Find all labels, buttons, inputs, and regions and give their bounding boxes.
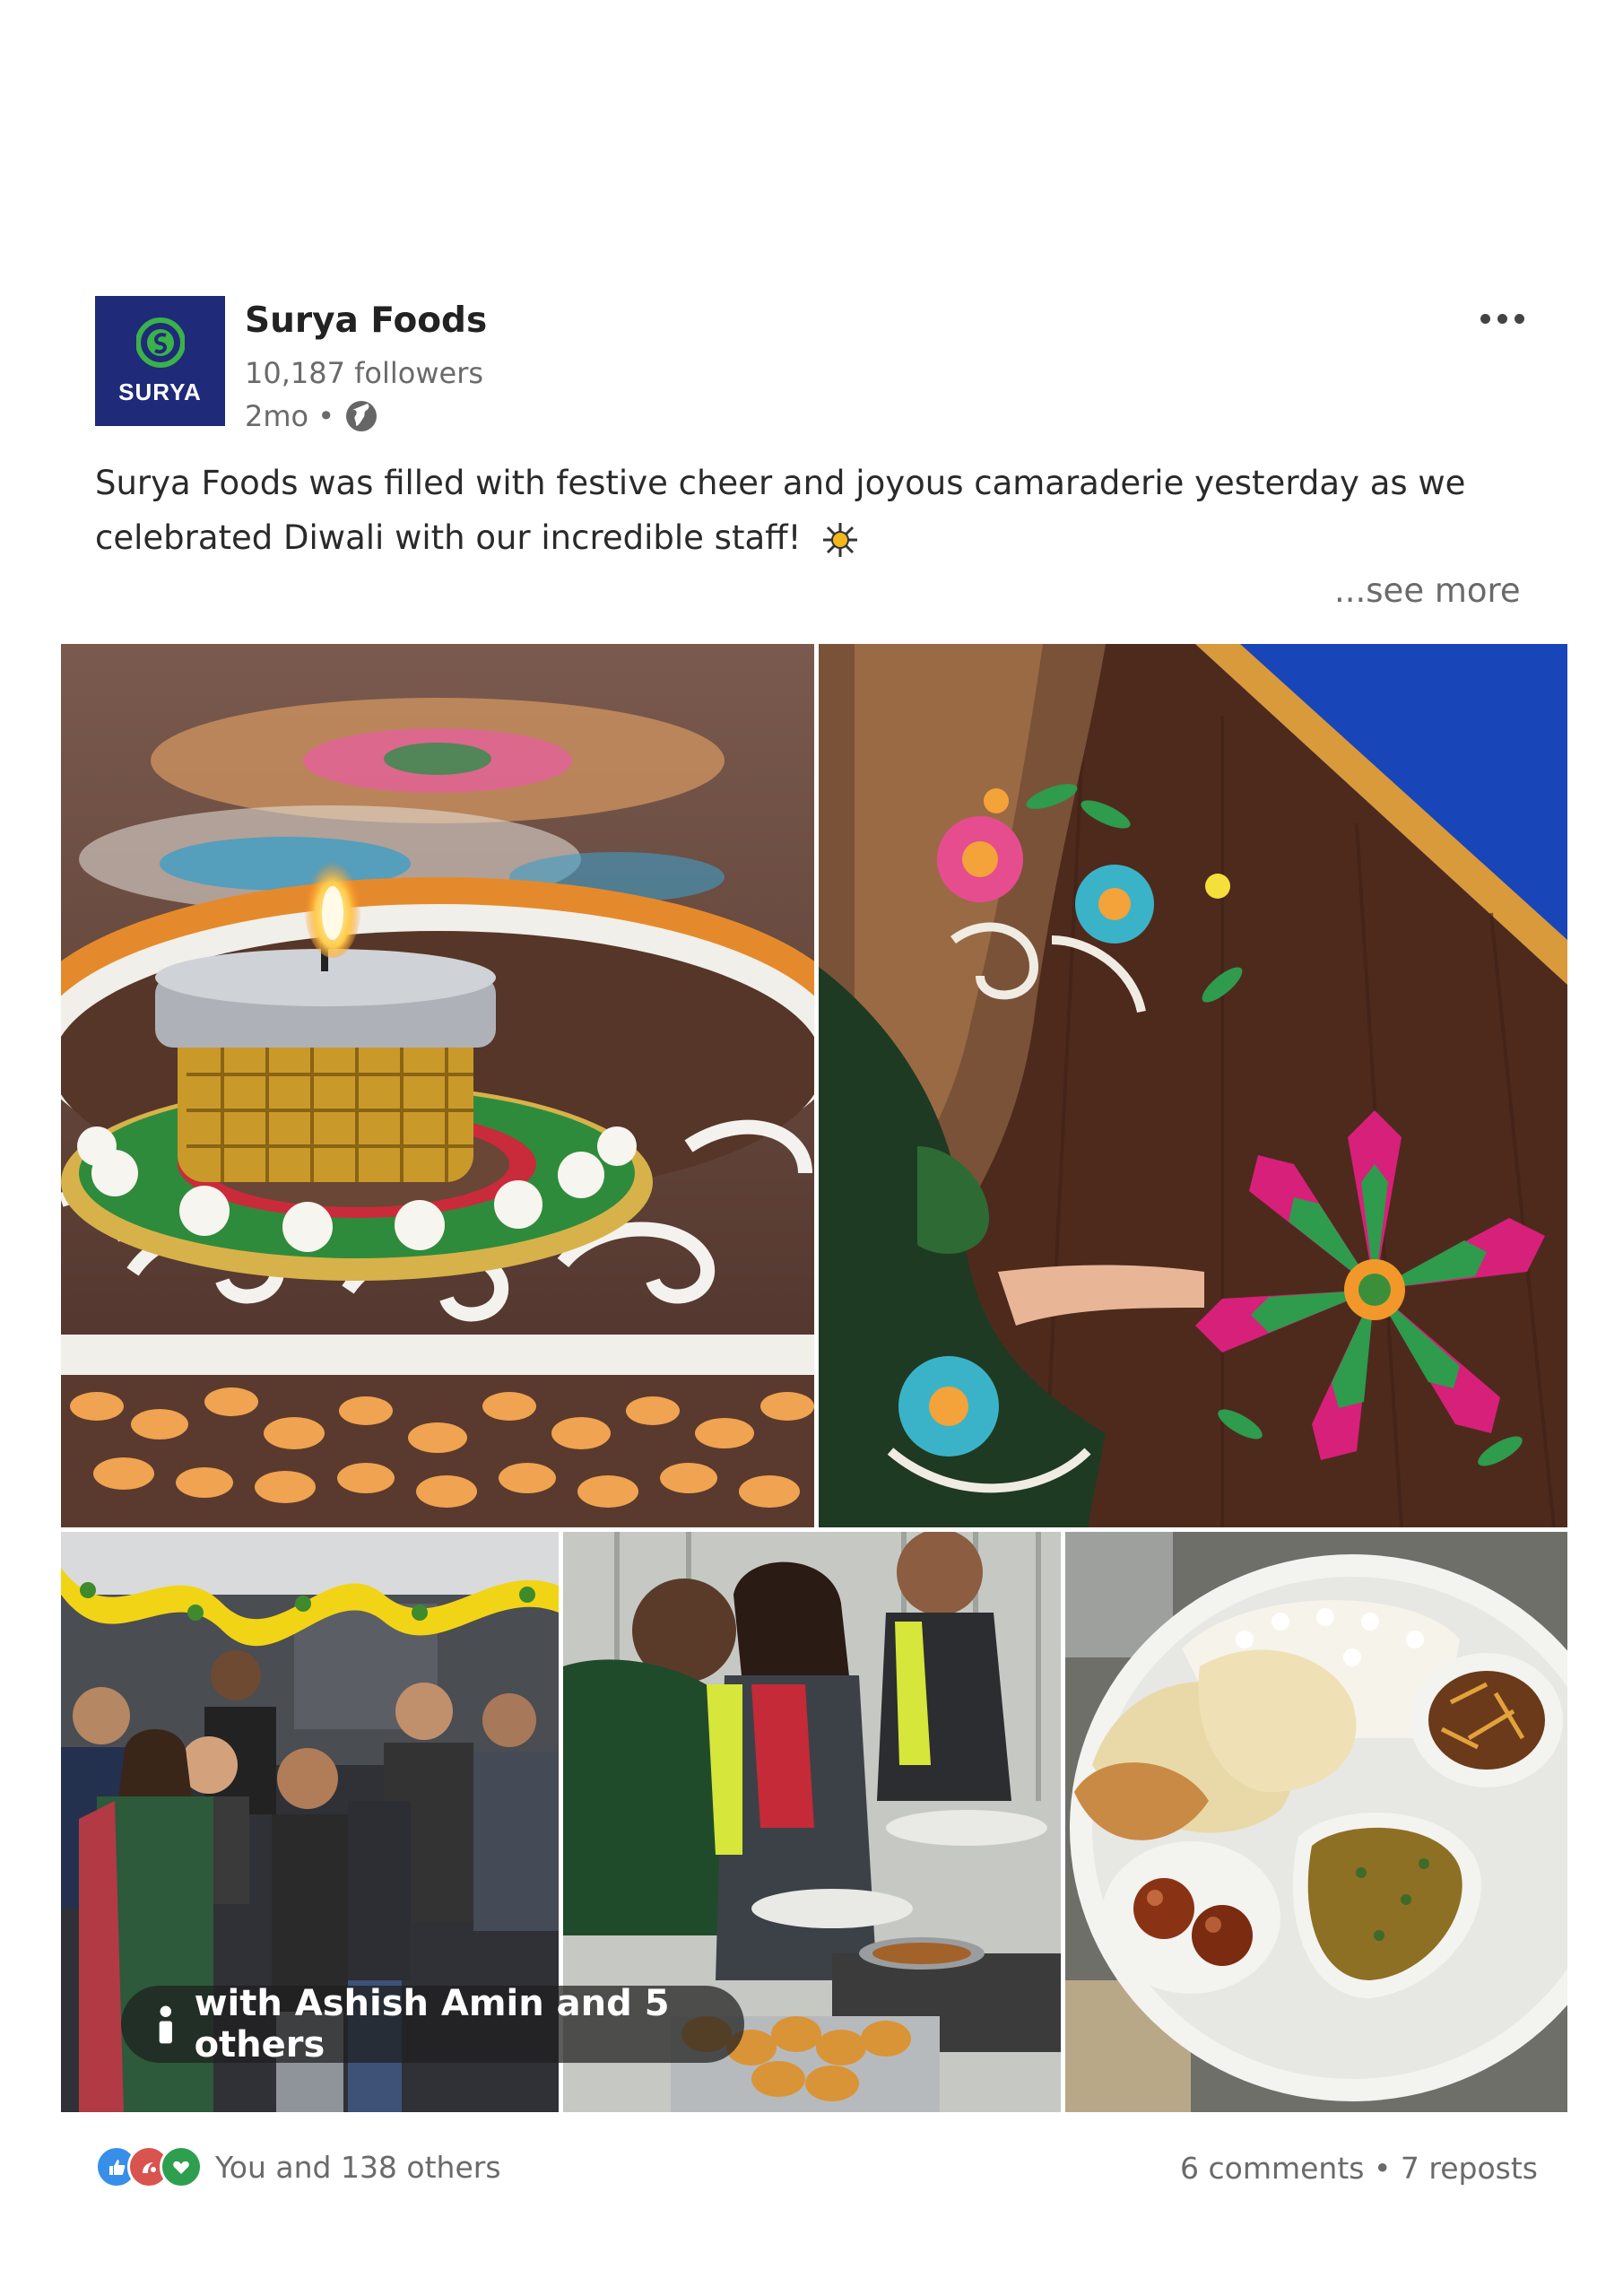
logo-wordmark: SURYA — [118, 378, 202, 405]
caption-text: Surya Foods was filled with festive chee… — [95, 464, 1466, 557]
tagged-people-button[interactable]: with Ashish Amin and 5 others — [121, 1983, 744, 2066]
comments-reposts-count[interactable]: 6 comments • 7 reposts — [1180, 2151, 1538, 2186]
dot-icon — [1514, 313, 1524, 324]
person-icon — [159, 2005, 172, 2044]
post-time: 2mo • — [245, 399, 335, 433]
reactions-summary[interactable]: You and 138 others — [95, 2145, 501, 2188]
company-logo[interactable]: SURYA — [95, 296, 225, 426]
feed-post: SURYA Surya Foods 10,187 followers 2mo •… — [0, 0, 1623, 2296]
dot-icon — [1480, 313, 1490, 324]
author-name[interactable]: Surya Foods — [245, 300, 487, 341]
rangoli-photo[interactable] — [819, 644, 1567, 1527]
globe-icon — [346, 401, 378, 431]
tagged-people-label: with Ashish Amin and 5 others — [194, 1983, 670, 2066]
post-caption: Surya Foods was filled with festive chee… — [95, 456, 1548, 565]
dot-icon — [1497, 313, 1507, 324]
see-more-link[interactable]: ...see more — [1334, 571, 1521, 610]
post-meta: 2mo • — [245, 398, 379, 434]
more-options-button[interactable] — [1471, 287, 1533, 350]
sparkler-icon — [823, 522, 858, 557]
diya-photo[interactable] — [61, 644, 814, 1527]
follower-count: 10,187 followers — [245, 356, 484, 390]
reactions-count-text: You and 138 others — [215, 2149, 501, 2185]
surya-emblem-icon — [136, 317, 185, 368]
support-reaction-icon — [160, 2145, 203, 2188]
food-plate-photo[interactable] — [1065, 1532, 1567, 2112]
